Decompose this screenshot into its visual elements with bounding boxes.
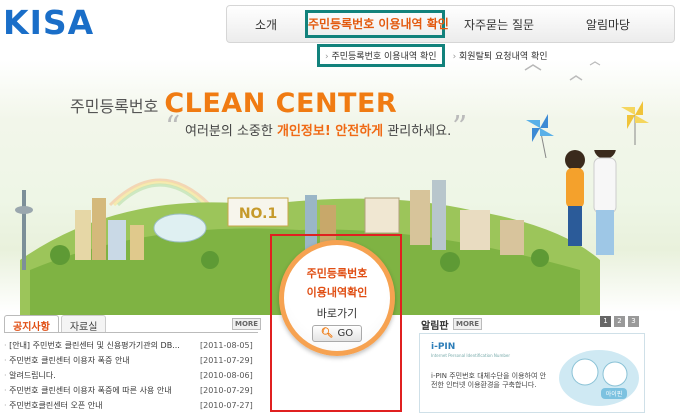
notice-title[interactable]: 주민번호 클린센터 이용자 폭증 안내: [4, 354, 200, 369]
tab-notices[interactable]: 공지사항: [4, 315, 59, 333]
nav-item-faq[interactable]: 자주묻는 질문: [445, 16, 553, 33]
open-quote-icon: “: [165, 110, 181, 145]
page: KISA 소개 주민등록번호 이용내역 확인 자주묻는 질문 알림마당 주민등록…: [0, 0, 680, 419]
birds-illustration: [524, 61, 601, 81]
board-pager: 1 2 3: [600, 316, 639, 327]
close-quote-icon: ”: [452, 110, 468, 145]
page-button-1[interactable]: 1: [600, 316, 611, 327]
notice-title[interactable]: 알려드립니다.: [4, 369, 200, 384]
slogan-part2: 관리하세요.: [383, 124, 452, 139]
notice-date: [2011-08-05]: [200, 341, 253, 350]
highlight-frame: [270, 234, 402, 412]
list-item[interactable]: 주민번호 클린센터 이용자 폭증에 따른 사용 안내 [2010-07-29]: [4, 384, 260, 399]
notice-title[interactable]: 주민번호 클린센터 이용자 폭증에 따른 사용 안내: [4, 384, 200, 399]
page-button-3[interactable]: 3: [628, 316, 639, 327]
notice-title[interactable]: [안내] 주민번호 클린센터 및 신용평가기관의 DB...: [4, 339, 200, 354]
list-item[interactable]: 주민번호 클린센터 이용자 폭증 안내 [2011-07-29]: [4, 354, 260, 369]
notice-tabs: 공지사항 자료실: [4, 315, 258, 333]
list-item[interactable]: [안내] 주민번호 클린센터 및 신용평가기관의 DB... [2011-08-…: [4, 339, 260, 354]
ipin-badge: 아이핀: [606, 390, 623, 398]
pinwheel-left-icon: [526, 114, 554, 158]
main-nav: 소개 주민등록번호 이용내역 확인 자주묻는 질문 알림마당: [226, 5, 675, 43]
pinwheel-right-icon: [621, 101, 649, 145]
no1-sign-text: NO.1: [239, 206, 277, 222]
kisa-logo[interactable]: KISA: [3, 3, 139, 43]
headline-korean: 주민등록번호: [70, 97, 159, 116]
notice-date: [2010-07-29]: [200, 386, 253, 395]
notice-title[interactable]: 주민번호클린센터 오픈 안내: [4, 399, 200, 414]
ipin-mascot-illustration: 아이핀: [559, 350, 639, 406]
ipin-logo: i-PIN: [431, 342, 456, 352]
headline-english: CLEAN CENTER: [164, 88, 398, 119]
notice-date: [2011-07-29]: [200, 356, 253, 365]
nav-item-notices[interactable]: 알림마당: [553, 16, 663, 33]
sub-nav: 주민등록번호 이용내역 확인 회원탈퇴 요청내역 확인: [290, 42, 556, 68]
notice-date: [2010-07-27]: [200, 401, 253, 410]
list-item[interactable]: 주민번호클린센터 오픈 안내 [2010-07-27]: [4, 399, 260, 414]
sub-nav-rrn-usage[interactable]: 주민등록번호 이용내역 확인: [317, 43, 445, 67]
notice-list: [안내] 주민번호 클린센터 및 신용평가기관의 DB... [2011-08-…: [4, 339, 260, 414]
ipin-description: i-PIN 주민번호 대체수단을 이용하여 안전한 인터넷 이용환경을 구축합니…: [431, 372, 547, 389]
board-title: 알림판: [421, 321, 449, 332]
notice-more-button[interactable]: MORE: [232, 318, 262, 330]
slogan: 여러분의 소중한 개인정보! 안전하게 관리하세요.: [185, 120, 451, 139]
nav-item-rrn-check[interactable]: 주민등록번호 이용내역 확인: [305, 10, 449, 38]
slogan-highlight: 개인정보! 안전하게: [277, 124, 384, 139]
tab-resources[interactable]: 자료실: [60, 315, 107, 333]
ipin-subtitle: Internet Personal Identification Number: [431, 353, 510, 358]
ipin-banner[interactable]: i-PIN Internet Personal Identification N…: [419, 333, 645, 413]
list-item[interactable]: 알려드립니다. [2010-08-06]: [4, 369, 260, 384]
page-headline: 주민등록번호 CLEAN CENTER: [70, 88, 397, 119]
board-more-button[interactable]: MORE: [453, 318, 483, 330]
nav-item-intro[interactable]: 소개: [227, 16, 305, 33]
slogan-part1: 여러분의 소중한: [185, 124, 277, 139]
page-button-2[interactable]: 2: [614, 316, 625, 327]
notice-date: [2010-08-06]: [200, 371, 253, 380]
